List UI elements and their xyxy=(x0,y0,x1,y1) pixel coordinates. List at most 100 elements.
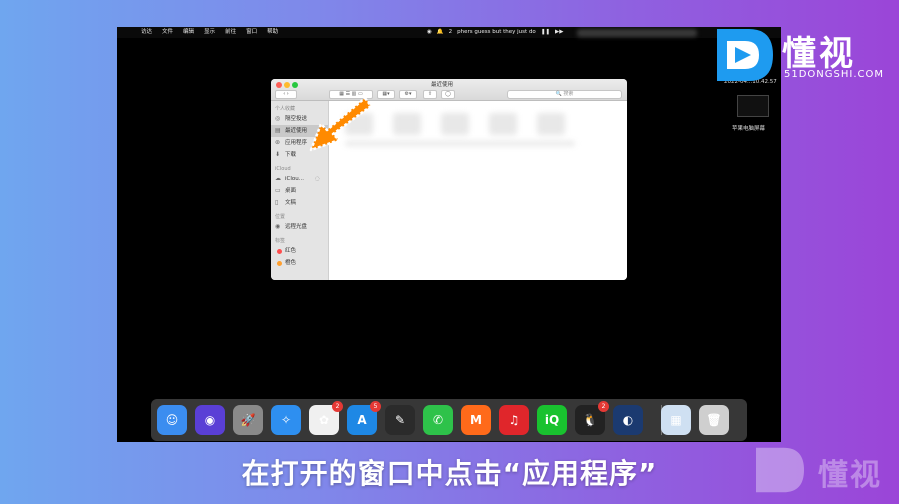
orange-tag-dot xyxy=(277,261,282,266)
document-icon: ▯ xyxy=(275,199,279,206)
logo-name: 懂视 xyxy=(782,34,856,74)
menu-item[interactable]: 窗口 xyxy=(246,27,257,38)
photos-icon[interactable]: ✿ 2 xyxy=(309,401,343,435)
sync-progress-icon: ◌ xyxy=(315,176,320,182)
notification-badge: 2 xyxy=(598,401,609,412)
desktop-thumbnail[interactable] xyxy=(737,95,769,117)
instruction-subtitle: 在打开的窗口中点击“应用程序” xyxy=(241,457,658,490)
clock-icon: ▤ xyxy=(275,127,281,134)
cloud-icon: ☁ xyxy=(275,175,281,182)
window-title: 最近使用 xyxy=(431,82,454,88)
safari-glyph: ✧ xyxy=(280,413,292,427)
sidebar-item-tag-red[interactable]: 红色 xyxy=(271,245,328,257)
mac-screen: 访达 文件 编辑 显示 前往 窗口 帮助 ◉ 🔔 2 phers guess but the… xyxy=(117,27,781,442)
menu-item[interactable]: 文件 xyxy=(162,27,173,38)
sidebar-item-documents[interactable]: ▯ 文稿 xyxy=(271,197,328,209)
search-input[interactable]: 🔍 搜索 xyxy=(507,90,622,99)
sidebar-item-label: 文稿 xyxy=(285,200,297,206)
trash-icon[interactable]: 🗑 xyxy=(699,405,729,435)
safari-icon[interactable]: ✧ xyxy=(271,405,301,435)
desktop-icon: ▭ xyxy=(275,187,281,194)
red-tag-dot xyxy=(277,249,282,254)
iqiyi-glyph: iQ xyxy=(544,413,560,427)
launchpad-icon[interactable]: 🚀 xyxy=(233,405,263,435)
netease-music-icon[interactable]: ♫ xyxy=(499,405,529,435)
trash-glyph: 🗑 xyxy=(706,413,722,427)
sidebar-item-label: 橙色 xyxy=(285,260,297,266)
quicktime-glyph: ◐ xyxy=(622,413,634,427)
file-thumbnail[interactable] xyxy=(537,113,565,135)
file-thumbnail[interactable] xyxy=(489,113,517,135)
menu-list: 访达 文件 编辑 显示 前往 窗口 帮助 xyxy=(141,27,278,38)
mango-tv-icon[interactable]: M xyxy=(461,405,491,435)
logo-domain: 51DONGSHI.COM xyxy=(784,69,885,80)
next-icon[interactable]: ▶▶ xyxy=(555,27,563,38)
download-icon: ⬇ xyxy=(275,151,281,158)
now-playing-text: phers guess but they just do xyxy=(457,29,536,35)
finder-content xyxy=(329,101,627,280)
qq-glyph: 🐧 xyxy=(582,413,598,427)
qq-icon[interactable]: 🐧 2 xyxy=(575,401,609,435)
quicktime-icon[interactable]: ◐ xyxy=(613,405,643,435)
section-locations: 位置 xyxy=(275,214,286,220)
menu-item[interactable]: 前往 xyxy=(225,27,236,38)
script-editor-icon[interactable]: ✎ xyxy=(385,405,415,435)
zoom-button[interactable] xyxy=(292,82,298,88)
finder-glyph: ☺ xyxy=(165,413,179,427)
menu-item[interactable]: 编辑 xyxy=(183,27,194,38)
back-forward-button[interactable]: ‹ › xyxy=(275,90,297,99)
wechat-icon[interactable]: ✆ xyxy=(423,405,453,435)
record-icon[interactable]: ◉ xyxy=(427,27,432,38)
mango-tv-glyph: M xyxy=(470,413,482,427)
status-area: ◉ 🔔 2 phers guess but they just do ❚❚ ▶▶ xyxy=(427,27,564,38)
menu-item[interactable]: 访达 xyxy=(141,27,152,38)
notification-badge: 2 xyxy=(332,401,343,412)
pause-icon[interactable]: ❚❚ xyxy=(541,27,550,38)
action-gear-icon[interactable]: ⚙▾ xyxy=(399,90,417,99)
netease-music-glyph: ♫ xyxy=(508,413,520,427)
tag-icon[interactable]: ◯ xyxy=(441,90,455,99)
search-placeholder: 搜索 xyxy=(563,91,574,97)
blurred-menubar-area xyxy=(577,29,697,37)
disc-icon: ◉ xyxy=(275,223,281,230)
airdrop-icon: ◎ xyxy=(275,115,281,122)
sidebar-item-label: 远程光盘 xyxy=(285,224,308,230)
launchpad-glyph: 🚀 xyxy=(240,413,256,427)
dongshi-logo-icon xyxy=(717,29,773,81)
notification-icon[interactable]: 🔔 xyxy=(437,27,444,38)
dock: ☺ ◉ 🚀 ✧ ✿ 2 A 5 ✎ ✆ M ♫ iQ 🐧 2 ◐ ▦ 🗑 xyxy=(151,399,747,441)
sidebar-item-icloud-drive[interactable]: ☁ iClou... ◌ xyxy=(271,173,328,185)
iqiyi-icon[interactable]: iQ xyxy=(537,405,567,435)
pointer-arrow-icon xyxy=(309,96,373,152)
photos-glyph: ✿ xyxy=(318,413,330,427)
share-icon[interactable]: ⇪ xyxy=(423,90,437,99)
sidebar-item-label: 红色 xyxy=(285,248,297,254)
file-thumbnail[interactable] xyxy=(441,113,469,135)
group-button[interactable]: ▦▾ xyxy=(377,90,395,99)
wechat-glyph: ✆ xyxy=(432,413,444,427)
app-store-icon[interactable]: A5 xyxy=(347,401,381,435)
script-editor-glyph: ✎ xyxy=(394,413,406,427)
app-store-glyph: A xyxy=(357,413,367,427)
documents-glyph: ▦ xyxy=(670,413,682,427)
sidebar-item-label: iClou... xyxy=(285,176,304,182)
section-tags: 标签 xyxy=(275,238,286,244)
documents-icon[interactable]: ▦ xyxy=(661,405,691,435)
section-icloud: iCloud xyxy=(275,166,291,172)
menu-bar: 访达 文件 编辑 显示 前往 窗口 帮助 ◉ 🔔 2 phers guess but the… xyxy=(117,27,781,38)
sidebar-item-remote-disc[interactable]: ◉ 远程光盘 xyxy=(271,221,328,233)
sidebar-item-desktop[interactable]: ▭ 桌面 xyxy=(271,185,328,197)
menu-item[interactable]: 显示 xyxy=(204,27,215,38)
file-thumbnail[interactable] xyxy=(393,113,421,135)
sidebar-item-tag-orange[interactable]: 橙色 xyxy=(271,257,328,269)
notification-count: 2 xyxy=(448,29,453,35)
desktop-thumbnail-label: 苹果电脑屏幕 xyxy=(732,126,766,132)
menu-item[interactable]: 帮助 xyxy=(267,27,278,38)
finder-icon[interactable]: ☺ xyxy=(157,405,187,435)
close-button[interactable] xyxy=(276,82,282,88)
siri-glyph: ◉ xyxy=(204,413,216,427)
notification-badge: 5 xyxy=(370,401,381,412)
sidebar-item-label: 桌面 xyxy=(285,188,297,194)
siri-icon[interactable]: ◉ xyxy=(195,405,225,435)
minimize-button[interactable] xyxy=(284,82,290,88)
